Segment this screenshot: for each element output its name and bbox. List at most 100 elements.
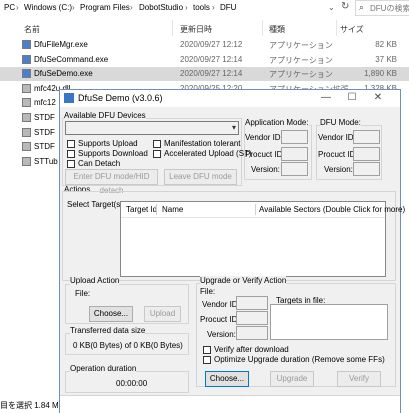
column-header-name[interactable]: 名前 xyxy=(24,24,40,35)
column-divider[interactable] xyxy=(336,20,337,36)
bottom-panel xyxy=(60,395,400,413)
search-placeholder: DFUの検索 xyxy=(370,4,409,13)
breadcrumb-dobotstudio[interactable]: DobotStudio xyxy=(139,3,183,12)
transferred-label: Transferred data size xyxy=(70,326,146,335)
supports-download-label: Supports Download xyxy=(78,149,148,158)
supports-download-checkbox xyxy=(67,150,75,158)
file-row[interactable]: DfuSeDemo.exe 2020/09/27 12:14 アプリケーション 1,8… xyxy=(0,67,409,82)
file-name: DfuSeCommand.exe xyxy=(34,54,109,64)
file-row[interactable]: DfuSeCommand.exe 2020/09/27 12:14 アプリケーション… xyxy=(0,53,409,67)
upgrade-product-id-label: Procuct ID: xyxy=(200,315,240,324)
file-type: アプリケーション xyxy=(269,70,333,80)
upgrade-file-label: File: xyxy=(200,287,216,296)
file-name: DfuFileMgr.exe xyxy=(34,40,88,49)
header-divider xyxy=(121,217,385,218)
title-bar[interactable]: DfuSe Demo (v3.0.6) — ☐ ✕ xyxy=(60,90,400,107)
verify-after-download-label: Verify after download xyxy=(214,345,289,354)
exe-file-icon xyxy=(22,69,31,79)
file-name: mfc12 xyxy=(34,98,56,108)
can-detach-checkbox xyxy=(67,160,75,168)
app-vendor-id-field xyxy=(281,130,308,144)
column-header-type[interactable]: 種類 xyxy=(269,24,285,35)
dfu-product-id-field xyxy=(353,147,380,161)
dfu-vendor-id-field xyxy=(353,130,380,144)
accelerated-upload-checkbox xyxy=(153,150,161,158)
upload-action-label: Upload Action xyxy=(70,276,120,285)
exe-file-icon xyxy=(22,54,31,64)
minimize-button[interactable]: — xyxy=(319,92,333,104)
application-mode-label: Application Mode: xyxy=(245,118,309,127)
breadcrumb-sep: › xyxy=(72,3,75,12)
available-sectors-header[interactable]: Available Sectors (Double Click for more… xyxy=(259,205,405,214)
dfu-vendor-id-label: Vendor ID: xyxy=(318,133,356,142)
app-vendor-id-label: Vendor ID: xyxy=(245,133,283,142)
upgrade-choose-button[interactable]: Choose... xyxy=(205,371,249,387)
app-product-id-label: Procuct ID: xyxy=(245,150,285,159)
device-select[interactable]: ▾ xyxy=(65,121,239,135)
exe-file-icon xyxy=(22,156,31,166)
upgrade-vendor-id-field xyxy=(236,296,268,310)
column-divider[interactable] xyxy=(172,20,173,36)
accelerated-upload-label: Accelerated Upload (ST) xyxy=(164,149,252,158)
status-bar: 目を選択 1.84 MB xyxy=(0,401,65,410)
optimize-upgrade-checkbox[interactable] xyxy=(203,356,211,364)
supports-upload-label: Supports Upload xyxy=(78,139,138,148)
file-row[interactable]: DfuFileMgr.exe 2020/09/27 12:12 アプリケーション 82… xyxy=(0,38,409,52)
breadcrumb-sep: › xyxy=(130,3,133,12)
breadcrumb-pc[interactable]: PC xyxy=(4,3,15,12)
file-size: 1,890 KB xyxy=(364,69,397,79)
upload-choose-button[interactable]: Choose... xyxy=(89,306,133,322)
targets-table[interactable]: Target Id Name Available Sectors (Double… xyxy=(120,201,405,277)
targets-in-file-list[interactable] xyxy=(270,304,388,340)
column-divider[interactable] xyxy=(262,20,263,36)
breadcrumb-tools[interactable]: tools xyxy=(193,3,210,12)
target-id-header[interactable]: Target Id xyxy=(126,205,157,214)
verify-after-download-checkbox[interactable] xyxy=(203,346,211,354)
file-name: STTub xyxy=(34,156,58,166)
close-button[interactable]: ✕ xyxy=(371,92,385,104)
breadcrumb-drive[interactable]: Windows (C:) xyxy=(24,3,72,12)
file-size: 82 KB xyxy=(375,40,397,49)
dfu-version-field xyxy=(353,162,380,176)
exe-file-icon xyxy=(22,113,31,122)
upgrade-version-label: Version: xyxy=(207,330,236,339)
exe-file-icon xyxy=(22,98,31,108)
dfuse-window: DfuSe Demo (v3.0.6) — ☐ ✕ Available DFU … xyxy=(59,89,405,413)
exe-file-icon xyxy=(22,40,31,49)
app-version-label: Version: xyxy=(251,165,280,174)
file-name: DfuSeDemo.exe xyxy=(34,69,93,79)
file-type: アプリケーション xyxy=(269,41,333,50)
enter-dfu-button[interactable]: Enter DFU mode/HID detach xyxy=(65,169,158,195)
chevron-down-icon: ▾ xyxy=(231,123,236,132)
file-name: STDF xyxy=(34,113,55,122)
operation-label: Operation duration xyxy=(70,364,137,373)
chevron-down-icon[interactable]: ⌄ xyxy=(328,3,335,12)
breadcrumb-sep: › xyxy=(16,3,19,12)
upgrade-version-field xyxy=(236,326,268,340)
select-targets-label: Select Target(s): xyxy=(67,200,126,209)
upgrade-button[interactable]: Upgrade xyxy=(270,371,314,387)
verify-button[interactable]: Verify xyxy=(337,371,381,387)
leave-dfu-button[interactable]: Leave DFU mode xyxy=(164,169,237,185)
search-icon: ⌕ xyxy=(359,2,365,12)
address-bar[interactable]: PC › Windows (C:) › Program Files › Dobo… xyxy=(0,0,409,16)
dfu-version-label: Version: xyxy=(324,165,353,174)
upgrade-vendor-id-label: Vendor ID: xyxy=(202,300,240,309)
file-type: アプリケーション xyxy=(269,55,333,65)
column-divider xyxy=(156,204,157,215)
column-header-size[interactable]: サイズ xyxy=(340,24,364,35)
file-name: STDF xyxy=(34,127,55,137)
upload-button[interactable]: Upload xyxy=(144,306,181,322)
manifestation-tolerant-checkbox xyxy=(153,140,161,148)
maximize-button[interactable]: ☐ xyxy=(345,92,359,104)
column-header-date[interactable]: 更新日時 xyxy=(180,24,212,35)
dfu-product-id-label: Procuct ID: xyxy=(318,150,358,159)
search-input[interactable]: ⌕ DFUの検索 xyxy=(355,0,409,16)
optimize-upgrade-label: Optimize Upgrade duration (Remove some F… xyxy=(214,355,385,364)
breadcrumb-dfu[interactable]: DFU xyxy=(220,3,236,12)
name-header[interactable]: Name xyxy=(162,205,183,214)
upgrade-product-id-field xyxy=(236,311,268,325)
refresh-icon[interactable]: ↻ xyxy=(341,1,349,12)
column-divider xyxy=(255,204,256,215)
breadcrumb-program-files[interactable]: Program Files xyxy=(80,3,130,12)
